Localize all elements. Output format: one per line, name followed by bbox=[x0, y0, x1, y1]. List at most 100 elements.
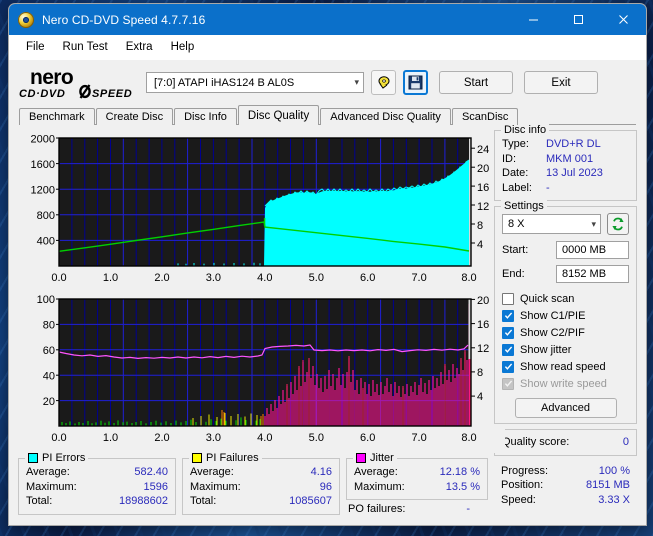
show-write-speed-checkbox-box bbox=[502, 377, 514, 390]
end-input[interactable]: 8152 MB bbox=[556, 265, 629, 283]
pi-errors-legend-label: PI Errors bbox=[42, 452, 86, 464]
disc-type-row: Type: DVD+R DL bbox=[502, 137, 629, 152]
tab-disc-info[interactable]: Disc Info bbox=[174, 108, 237, 125]
checkbox-show-read-speed[interactable]: Show read speed bbox=[502, 358, 629, 375]
menu-item-file[interactable]: File bbox=[17, 38, 54, 56]
drive-selector[interactable]: [7:0] ATAPI iHAS124 B AL0S ▾ bbox=[146, 72, 364, 93]
minimize-icon[interactable] bbox=[511, 4, 556, 35]
disc-date-value: 13 Jul 2023 bbox=[546, 167, 603, 179]
checkbox-show-c1-pie[interactable]: Show C1/PIE bbox=[502, 307, 629, 324]
jitter-maximum-value: 13.5 % bbox=[445, 480, 480, 493]
pi-failures-maximum-label: Maximum: bbox=[190, 480, 241, 493]
window-controls bbox=[511, 4, 646, 35]
disc-type-label: Type: bbox=[502, 138, 529, 150]
start-input[interactable]: 0000 MB bbox=[556, 241, 629, 259]
show-jitter-label: Show jitter bbox=[520, 343, 572, 356]
disc-label-label: Label: bbox=[502, 181, 532, 194]
svg-text:24: 24 bbox=[477, 144, 489, 156]
svg-text:6.0: 6.0 bbox=[360, 272, 375, 284]
svg-text:3.0: 3.0 bbox=[206, 272, 221, 284]
pi-errors-average-label: Average: bbox=[26, 466, 70, 478]
svg-text:80: 80 bbox=[43, 320, 55, 332]
pi-errors-total-row: Total: 18988602 bbox=[26, 494, 168, 509]
pi-errors-maximum-label: Maximum: bbox=[26, 480, 77, 493]
svg-text:400: 400 bbox=[37, 236, 55, 248]
show-c2-pif-checkbox-box bbox=[502, 326, 514, 339]
progress-label: Progress: bbox=[501, 464, 549, 477]
position-label: Position: bbox=[501, 479, 544, 491]
svg-text:CD·DVD: CD·DVD bbox=[19, 88, 65, 100]
svg-text:4: 4 bbox=[477, 391, 483, 403]
show-c1-pie-label: Show C1/PIE bbox=[520, 309, 586, 322]
pi-failures-total-label: Total: bbox=[190, 495, 217, 507]
advanced-button[interactable]: Advanced bbox=[514, 398, 617, 418]
svg-text:16: 16 bbox=[477, 182, 489, 194]
speed-selector[interactable]: 8 X ▾ bbox=[502, 214, 601, 234]
jitter-legend-label: Jitter bbox=[370, 452, 394, 464]
pi-errors-maximum-value: 1596 bbox=[143, 480, 168, 493]
pi-failures-average-value: 4.16 bbox=[310, 466, 332, 478]
pi-failures-maximum-value: 96 bbox=[319, 480, 332, 493]
disc-eject-button[interactable] bbox=[371, 70, 396, 95]
charts-column: 2000 1600 1200 800 400 24 20 16 12 8 4 0… bbox=[18, 130, 505, 519]
svg-text:100: 100 bbox=[37, 294, 55, 306]
svg-text:4.0: 4.0 bbox=[257, 272, 272, 284]
svg-text:8: 8 bbox=[477, 220, 483, 232]
exit-button[interactable]: Exit bbox=[524, 71, 598, 94]
svg-text:5.0: 5.0 bbox=[309, 432, 324, 444]
tab-advanced-disc-quality[interactable]: Advanced Disc Quality bbox=[320, 108, 451, 125]
tab-scandisc[interactable]: ScanDisc bbox=[451, 108, 519, 125]
show-c1-pie-checkbox-box bbox=[502, 309, 514, 322]
tab-create-disc[interactable]: Create Disc bbox=[95, 108, 174, 125]
quality-score-label: Quality score: bbox=[502, 436, 570, 448]
pi-failures-color-swatch bbox=[192, 453, 202, 463]
svg-text:3.0: 3.0 bbox=[206, 432, 221, 444]
svg-text:20: 20 bbox=[43, 396, 55, 408]
svg-text:60: 60 bbox=[43, 345, 55, 357]
speed-selector-value: 8 X bbox=[508, 218, 525, 230]
svg-text:800: 800 bbox=[37, 210, 55, 222]
menu-bar: File Run Test Extra Help bbox=[9, 35, 646, 60]
svg-text:1.0: 1.0 bbox=[103, 432, 118, 444]
pi-failures-legend: PI Failures bbox=[189, 452, 262, 464]
svg-text:1.0: 1.0 bbox=[103, 272, 118, 284]
svg-text:1600: 1600 bbox=[31, 159, 55, 171]
jitter-stats-wrapper: Jitter Average: 12.18 % Maximum: 13.5 % … bbox=[346, 452, 488, 515]
refresh-button[interactable] bbox=[607, 213, 629, 235]
pi-errors-total-value: 18988602 bbox=[119, 495, 168, 507]
close-icon[interactable] bbox=[601, 4, 646, 35]
window-title: Nero CD-DVD Speed 4.7.7.16 bbox=[42, 12, 206, 27]
pi-errors-chart: 2000 1600 1200 800 400 24 20 16 12 8 4 0… bbox=[18, 130, 505, 290]
quick-scan-checkbox-box bbox=[502, 292, 514, 305]
checkbox-show-c2-pif[interactable]: Show C2/PIF bbox=[502, 324, 629, 341]
jitter-average-value: 12.18 % bbox=[439, 466, 480, 478]
menu-item-run-test[interactable]: Run Test bbox=[54, 38, 117, 56]
maximize-icon[interactable] bbox=[556, 4, 601, 35]
tab-bar: Benchmark Create Disc Disc Info Disc Qua… bbox=[9, 105, 646, 125]
start-button[interactable]: Start bbox=[439, 71, 513, 94]
pi-errors-maximum-row: Maximum: 1596 bbox=[26, 480, 168, 495]
jitter-maximum-label: Maximum: bbox=[354, 480, 405, 493]
toolbar: nero CD·DVD SPEED [7:0] ATAPI iHAS124 B … bbox=[9, 60, 646, 105]
refresh-icon bbox=[612, 217, 624, 231]
checkbox-show-jitter[interactable]: Show jitter bbox=[502, 341, 629, 358]
svg-text:0.0: 0.0 bbox=[51, 272, 66, 284]
po-failures-value: - bbox=[466, 503, 470, 515]
svg-text:nero: nero bbox=[30, 66, 73, 89]
checkbox-quick-scan[interactable]: Quick scan bbox=[502, 290, 629, 307]
tab-disc-quality[interactable]: Disc Quality bbox=[237, 105, 320, 125]
tab-benchmark[interactable]: Benchmark bbox=[19, 108, 95, 125]
pi-failures-total-row: Total: 1085607 bbox=[190, 494, 332, 509]
disc-quality-panel: 2000 1600 1200 800 400 24 20 16 12 8 4 0… bbox=[9, 124, 646, 525]
menu-item-help[interactable]: Help bbox=[162, 38, 204, 56]
po-failures-label: PO failures: bbox=[348, 503, 406, 515]
floppy-save-icon bbox=[408, 75, 423, 90]
quality-score-panel: Quality score: 0 bbox=[494, 429, 637, 456]
show-c2-pif-label: Show C2/PIF bbox=[520, 326, 585, 339]
jitter-average-label: Average: bbox=[354, 466, 398, 478]
pi-failures-total-value: 1085607 bbox=[289, 495, 332, 507]
save-results-button[interactable] bbox=[403, 70, 428, 95]
svg-text:12: 12 bbox=[477, 343, 489, 355]
svg-text:8.0: 8.0 bbox=[461, 432, 476, 444]
menu-item-extra[interactable]: Extra bbox=[117, 38, 162, 56]
